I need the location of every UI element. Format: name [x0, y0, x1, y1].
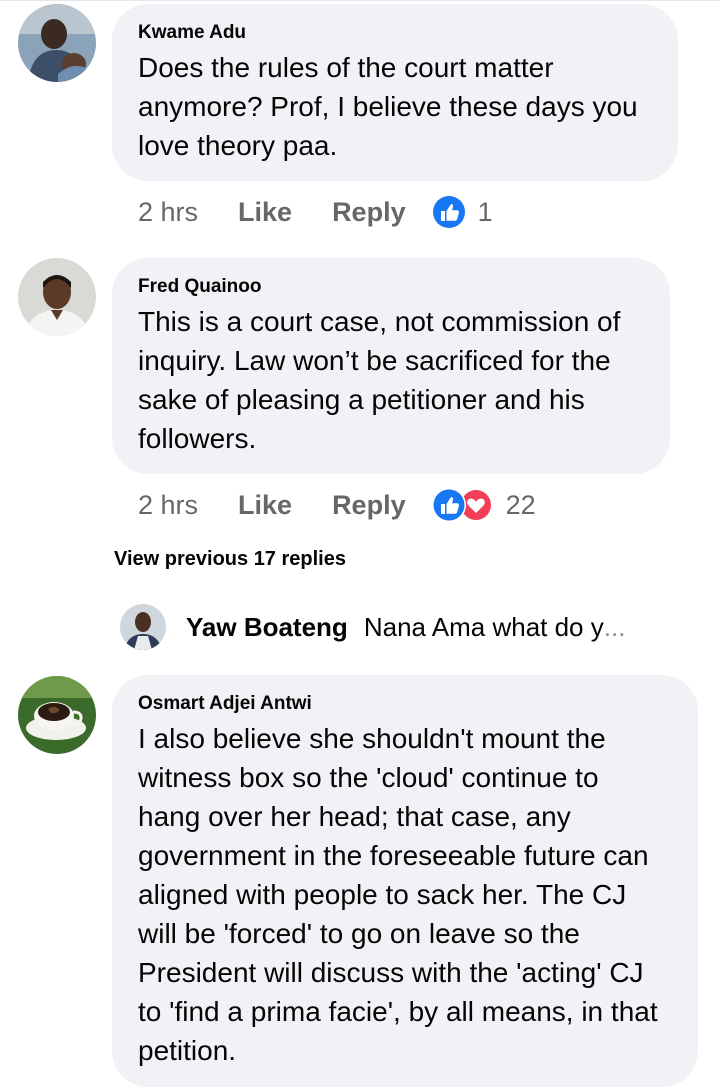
- comment-line: witness box so the 'cloud' continue to: [138, 762, 599, 793]
- comment-bubble: Osmart Adjei Antwi I also believe she sh…: [112, 675, 698, 1087]
- comment-line: love theory paa.: [138, 130, 338, 161]
- like-icon: [431, 488, 466, 522]
- comment-timestamp[interactable]: 2 hrs: [138, 490, 198, 521]
- comment-line: I also believe she shouldn't mount the: [138, 723, 606, 754]
- comment-bubble: Fred Quainoo This is a court case, not c…: [112, 258, 670, 474]
- reaction-count: 1: [477, 196, 493, 227]
- comment-actions: 2 hrs Like Reply 22: [138, 487, 536, 523]
- top-divider: [0, 0, 720, 1]
- reply-ellipsis: ...: [603, 611, 626, 642]
- comment-line: aligned with people to sack her. The CJ: [138, 879, 627, 910]
- reply-button[interactable]: Reply: [332, 490, 406, 521]
- reactions-summary[interactable]: 1: [432, 195, 493, 229]
- comment-line: followers.: [138, 423, 257, 454]
- avatar-kwame-adu[interactable]: [18, 4, 96, 82]
- reply-preview[interactable]: Yaw Boateng Nana Ama what do y...: [120, 602, 625, 652]
- comment-actions: 2 hrs Like Reply 1: [138, 194, 493, 230]
- comment-timestamp[interactable]: 2 hrs: [138, 197, 198, 228]
- comment-line: anymore? Prof, I believe these days you: [138, 91, 638, 122]
- comment-line: petition.: [138, 1035, 237, 1066]
- comment-line: will be 'forced' to go on leave so the: [138, 918, 580, 949]
- comment-bubble: Kwame Adu Does the rules of the court ma…: [112, 4, 678, 181]
- comment-line: inquiry. Law won’t be sacrificed for the: [138, 345, 611, 376]
- comment-author[interactable]: Fred Quainoo: [138, 276, 262, 298]
- reaction-count: 22: [505, 489, 536, 520]
- comment-author[interactable]: Osmart Adjei Antwi: [138, 693, 312, 715]
- reactions-summary[interactable]: 22: [431, 488, 536, 522]
- comment-text: I also believe she shouldn't mount the w…: [138, 719, 658, 1070]
- view-previous-replies-link[interactable]: View previous 17 replies: [114, 548, 346, 571]
- reply-text: Nana Ama what do y: [363, 611, 604, 642]
- reply-button[interactable]: Reply: [332, 197, 406, 228]
- avatar-yaw-boateng[interactable]: [120, 604, 166, 650]
- reply-author[interactable]: Yaw Boateng: [186, 612, 348, 643]
- comment-author[interactable]: Kwame Adu: [138, 22, 246, 44]
- comment-line: government in the foreseeable future can: [138, 840, 649, 871]
- reaction-icons: [431, 488, 492, 522]
- comment-text: This is a court case, not commission of …: [138, 302, 620, 458]
- comment-line: President will discuss with the 'acting'…: [138, 957, 644, 988]
- like-icon: [432, 196, 465, 228]
- avatar-osmart-adjei-antwi[interactable]: [18, 676, 96, 754]
- comment-line: to 'find a prima facie', by all means, i…: [138, 996, 658, 1027]
- like-button[interactable]: Like: [238, 490, 292, 521]
- comment-line: sake of pleasing a petitioner and his: [138, 384, 585, 415]
- comment-line: This is a court case, not commission of: [138, 306, 621, 337]
- avatar-fred-quainoo[interactable]: [18, 258, 96, 336]
- like-button[interactable]: Like: [238, 197, 292, 228]
- comment-line: hang over her head; that case, any: [138, 801, 571, 832]
- comment-text: Does the rules of the court matter anymo…: [138, 48, 638, 165]
- comment-line: Does the rules of the court matter: [138, 52, 554, 83]
